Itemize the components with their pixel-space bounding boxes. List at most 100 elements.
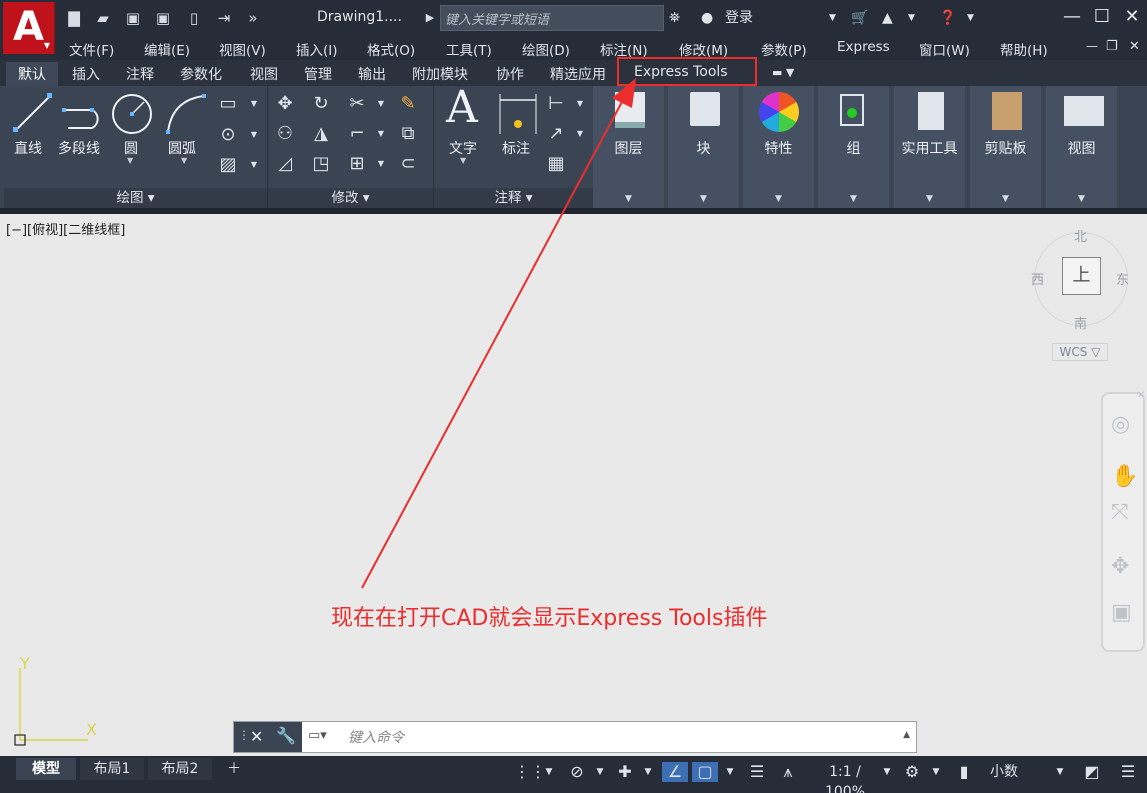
arc-dropdown-icon[interactable]: ▼ — [181, 156, 187, 165]
array-icon[interactable]: ⊞ — [345, 152, 369, 176]
autocad-logo[interactable]: A ▼ — [3, 2, 55, 54]
navbar-close-icon[interactable]: ✕ — [1137, 390, 1145, 401]
fillet-icon[interactable]: ⌐ — [345, 122, 369, 146]
command-prompt-icon[interactable]: ▭▾ — [308, 728, 327, 743]
zoom-extents-icon[interactable]: ⤧ — [1111, 500, 1129, 525]
utilities-panel[interactable]: 实用工具 ▼ — [894, 86, 967, 208]
object-snap-tracking-icon[interactable]: ∠ — [662, 762, 688, 782]
array-dropdown-icon[interactable]: ▼ — [369, 152, 393, 176]
trim-dropdown-icon[interactable]: ▼ — [369, 92, 393, 116]
expand-arrow-icon[interactable]: ▶ — [420, 8, 440, 28]
tab-view[interactable]: 视图 — [250, 64, 278, 84]
help-icon[interactable]: ❓ — [939, 8, 956, 28]
tab-layout1[interactable]: 布局1 — [80, 758, 144, 780]
steering-wheel-icon[interactable]: ◎ — [1111, 412, 1130, 437]
menu-view[interactable]: 视图(V) — [219, 39, 266, 59]
wcs-menu[interactable]: WCS ▽ — [1052, 343, 1108, 361]
save-as-icon[interactable]: ▣ — [153, 8, 173, 28]
scale-dropdown-icon[interactable]: ▼ — [880, 762, 894, 782]
compass-north[interactable]: 北 — [1074, 226, 1087, 245]
text-button[interactable]: 文字 — [449, 138, 477, 158]
hatch-icon[interactable]: ▨ — [216, 153, 240, 177]
pan-hand-icon[interactable]: ✋ — [1111, 464, 1138, 489]
export-icon[interactable]: ⇥ — [214, 8, 234, 28]
hatch-dropdown-icon[interactable]: ▼ — [242, 153, 266, 177]
polyline-button[interactable]: 多段线 — [58, 138, 100, 158]
isodraft-icon[interactable]: ✚ — [614, 762, 636, 782]
leader-icon[interactable]: ↗ — [544, 122, 568, 146]
linear-dim-icon[interactable]: ⊢ — [544, 92, 568, 116]
mirror-icon[interactable]: ◮ — [309, 122, 333, 146]
circle-dropdown-icon[interactable]: ▼ — [127, 156, 133, 165]
annotation-panel-footer[interactable]: 注释 ▾ — [434, 188, 593, 208]
properties-panel[interactable]: 特性 ▼ — [743, 86, 816, 208]
ellipse-icon[interactable]: ⊙ — [216, 123, 240, 147]
viewcube-top-face[interactable]: 上 — [1062, 257, 1101, 295]
compass-west[interactable]: 西 — [1031, 269, 1044, 288]
block-panel[interactable]: 块 ▼ — [668, 86, 741, 208]
arc-button[interactable]: 圆弧 — [168, 138, 196, 158]
trim-icon[interactable]: ✂ — [345, 92, 369, 116]
tab-output[interactable]: 输出 — [358, 64, 386, 84]
rectangle-icon[interactable]: ▭ — [216, 92, 240, 116]
tab-layout2[interactable]: 布局2 — [148, 758, 212, 780]
orbit-icon[interactable]: ✥ — [1111, 554, 1129, 579]
modify-panel-footer[interactable]: 修改 ▾ — [268, 188, 433, 208]
menu-tools[interactable]: 工具(T) — [446, 39, 492, 59]
graphics-performance-icon[interactable]: ◩ — [1080, 762, 1104, 782]
dimension-button[interactable]: 标注 — [502, 138, 530, 158]
more-tools-icon[interactable]: » — [243, 8, 263, 28]
isodraft-dropdown-icon[interactable]: ▼ — [640, 762, 656, 782]
annotation-scale[interactable]: 1:1 / 100% — [808, 762, 882, 793]
plot-icon[interactable]: ▯ — [184, 8, 204, 28]
table-icon[interactable]: ▦ — [544, 152, 568, 176]
units-value[interactable]: 小数 — [984, 762, 1024, 782]
polar-tracking-icon[interactable]: ⊘ — [566, 762, 588, 782]
tab-parametric[interactable]: 参数化 — [180, 64, 222, 84]
showmotion-icon[interactable]: ▣ — [1111, 600, 1132, 625]
group-panel[interactable]: 组 ▼ — [818, 86, 891, 208]
command-history-icon[interactable]: ▲ — [903, 730, 910, 740]
doc-close-button[interactable]: ✕ — [1129, 39, 1140, 54]
open-folder-icon[interactable]: ▰ — [93, 8, 113, 28]
tab-collaborate[interactable]: 协作 — [496, 64, 524, 84]
tab-addins[interactable]: 附加模块 — [412, 64, 468, 84]
customize-menu-icon[interactable]: ☰ — [1116, 762, 1140, 782]
clipboard-panel[interactable]: 剪贴板 ▼ — [970, 86, 1043, 208]
tab-annotate[interactable]: 注释 — [126, 64, 154, 84]
menu-file[interactable]: 文件(F) — [69, 39, 114, 59]
minimize-button[interactable]: — — [1058, 4, 1086, 30]
menu-insert[interactable]: 插入(I) — [296, 39, 338, 59]
leader-dropdown-icon[interactable]: ▼ — [568, 122, 592, 146]
layers-panel[interactable]: 图层 ▼ — [593, 86, 666, 208]
grid-icon[interactable]: ⋮⋮ — [514, 762, 546, 782]
menu-express[interactable]: Express — [837, 39, 890, 55]
move-icon[interactable]: ✥ — [273, 92, 297, 116]
offset-icon[interactable]: ⊂ — [396, 152, 420, 176]
draw-panel-footer[interactable]: 绘图 ▾ — [4, 188, 267, 208]
add-layout-icon[interactable]: ＋ — [222, 758, 246, 780]
command-grip-icon[interactable]: ⋮ — [238, 728, 250, 742]
menu-parametric[interactable]: 参数(P) — [761, 39, 807, 59]
workspace-dropdown-icon[interactable]: ▼ — [928, 762, 944, 782]
login-button[interactable]: 登录 — [725, 8, 753, 28]
compass-south[interactable]: 南 — [1074, 313, 1087, 332]
a360-icon[interactable]: ▲ — [882, 8, 893, 28]
search-input[interactable]: 键入关键字或短语 — [440, 5, 664, 31]
view-panel[interactable]: 视图 ▼ — [1046, 86, 1119, 208]
command-close-icon[interactable]: ✕ — [250, 727, 263, 746]
grid-dropdown-icon[interactable]: ▼ — [541, 762, 557, 782]
line-button[interactable]: 直线 — [14, 138, 42, 158]
text-dropdown-icon[interactable]: ▼ — [460, 156, 466, 165]
ribbon-toggle-icon[interactable]: ▬ ▼ — [772, 66, 794, 79]
tab-model[interactable]: 模型 — [16, 758, 76, 780]
command-settings-icon[interactable]: 🔧 — [276, 726, 296, 745]
doc-restore-button[interactable]: ❐ — [1106, 39, 1118, 54]
polar-dropdown-icon[interactable]: ▼ — [592, 762, 608, 782]
command-input[interactable]: 键入命令 — [348, 727, 404, 747]
osnap-dropdown-icon[interactable]: ▼ — [722, 762, 738, 782]
cart-icon[interactable]: 🛒 — [851, 8, 868, 28]
menu-format[interactable]: 格式(O) — [367, 39, 415, 59]
menu-modify[interactable]: 修改(M) — [679, 39, 728, 59]
workspace-gear-icon[interactable]: ⚙ — [900, 762, 924, 782]
